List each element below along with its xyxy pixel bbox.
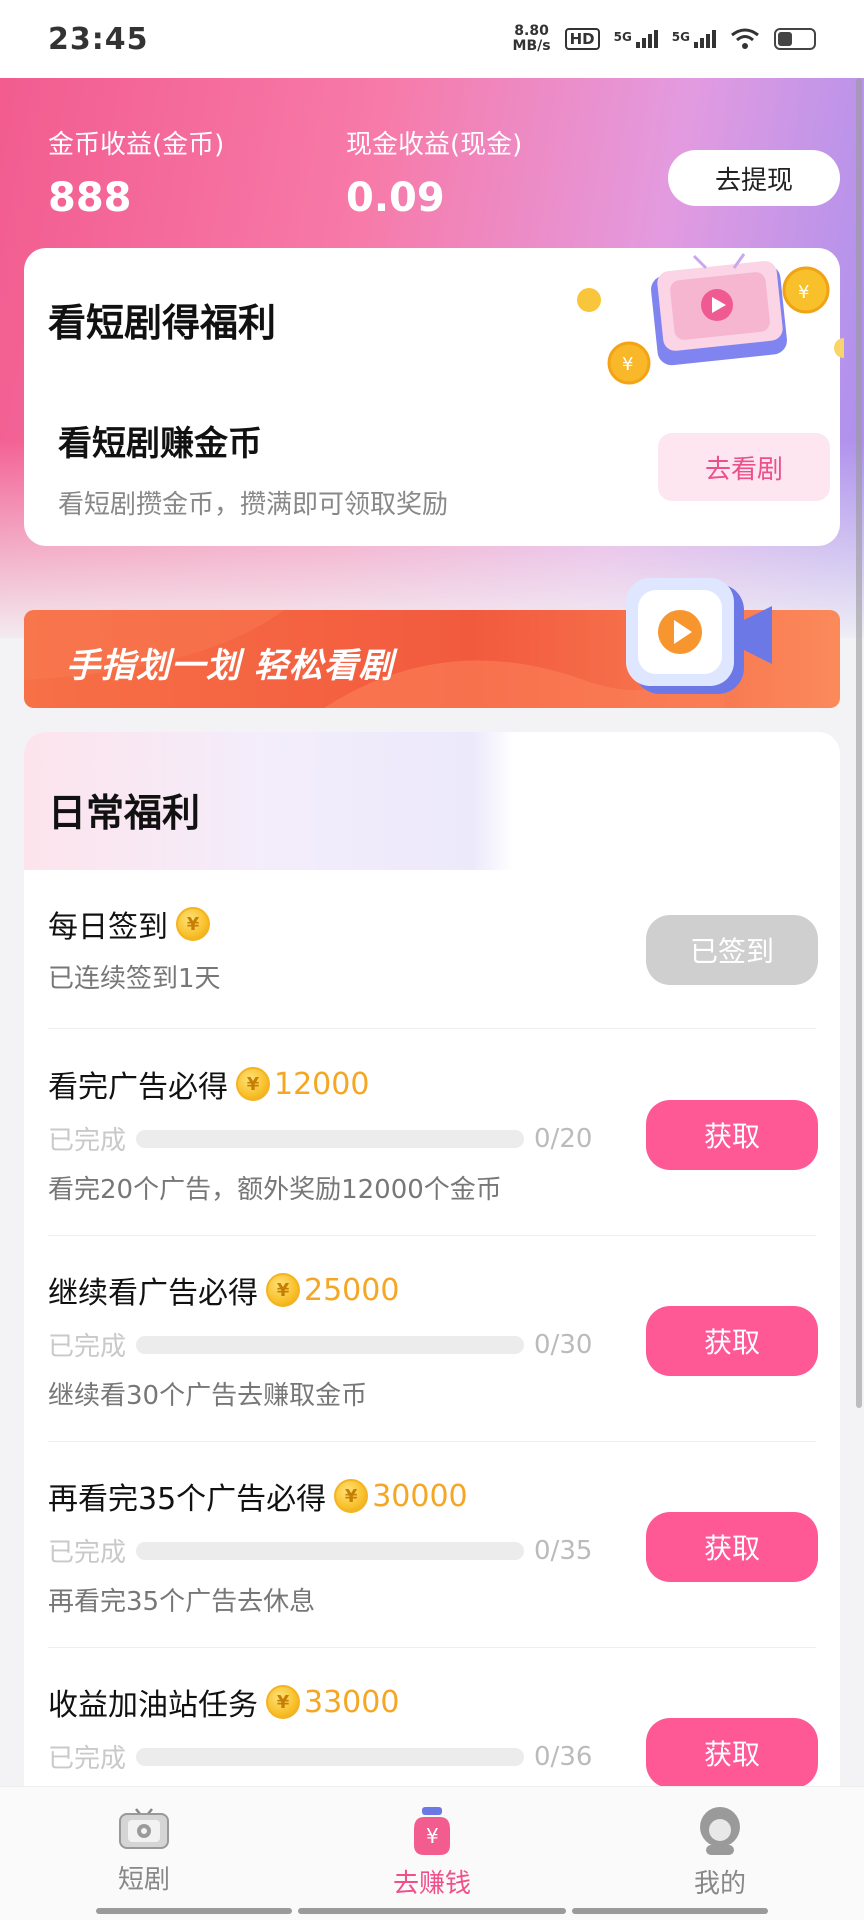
progress-bar <box>136 1129 525 1148</box>
signal-icon: 5G <box>614 30 658 48</box>
progress-count: 0/36 <box>534 1741 593 1772</box>
daily-welfare-title: 日常福利 <box>48 791 201 835</box>
gesture-bar-segment <box>96 1908 292 1914</box>
progress-label: 已完成 <box>48 1744 127 1774</box>
gesture-bar-segment <box>572 1908 768 1914</box>
coin-icon: ¥ <box>176 907 210 941</box>
coin-icon: ¥ <box>236 1067 270 1101</box>
task-reward: 25000 <box>304 1272 400 1308</box>
claim-button[interactable]: 获取 <box>646 1100 818 1170</box>
bottom-navigation: 短剧 ¥ 去赚钱 我的 <box>0 1786 864 1920</box>
coin-icon: ¥ <box>334 1479 369 1513</box>
svg-text:¥: ¥ <box>622 354 633 375</box>
nav-item-short-drama[interactable]: 短剧 <box>44 1787 244 1896</box>
signal-label: 5G <box>613 30 632 44</box>
task-description: 再看完35个广告去休息 <box>48 1587 316 1617</box>
progress-bar <box>136 1335 525 1354</box>
status-icons: 8.80 MB/s HD 5G 5G <box>513 24 816 54</box>
task-title: 看完广告必得 <box>48 1070 228 1105</box>
drama-card-description: 看短剧攒金币，攒满即可领取奖励 <box>58 490 449 520</box>
task-title: 再看完35个广告必得 <box>48 1482 327 1517</box>
progress-bar <box>136 1541 525 1560</box>
banner-text: 手指划一划 轻松看剧 <box>66 646 394 686</box>
cash-earnings-label: 现金收益(现金) <box>346 130 523 160</box>
cash-earnings-value: 0.09 <box>346 175 445 221</box>
checked-in-button[interactable]: 已签到 <box>646 915 818 985</box>
progress-count: 0/30 <box>534 1329 593 1360</box>
svg-text:¥: ¥ <box>426 1824 439 1848</box>
drama-card-title: 看短剧得福利 <box>48 301 277 345</box>
network-speed-unit: MB/s <box>512 38 551 54</box>
status-time: 23:45 <box>48 21 149 57</box>
nav-item-earn-money[interactable]: ¥ 去赚钱 <box>332 1787 532 1900</box>
drama-card-subtitle: 看短剧赚金币 <box>58 424 262 464</box>
battery-level <box>778 32 792 46</box>
progress-label: 已完成 <box>48 1126 127 1156</box>
progress-count: 0/20 <box>534 1123 593 1154</box>
progress-bar <box>136 1747 525 1766</box>
coin-earnings-value: 888 <box>48 175 132 221</box>
claim-button[interactable]: 获取 <box>646 1512 818 1582</box>
wifi-icon <box>731 28 759 49</box>
claim-button[interactable]: 获取 <box>646 1306 818 1376</box>
progress-label: 已完成 <box>48 1538 127 1568</box>
profile-icon <box>700 1807 740 1855</box>
network-speed: 8.80 MB/s <box>513 24 551 54</box>
drama-benefit-card: 看短剧得福利 ¥ ¥ 看短剧赚金币 看短剧攒金币，攒满即可领取奖励 去看剧 <box>24 248 844 546</box>
claim-button[interactable]: 获取 <box>646 1718 818 1788</box>
task-title: 继续看广告必得 <box>48 1276 258 1311</box>
network-speed-value: 8.80 <box>514 23 549 39</box>
nav-item-profile[interactable]: 我的 <box>620 1787 820 1900</box>
signal-label-2: 5G <box>671 30 690 44</box>
tv-coins-illustration: ¥ ¥ <box>577 253 844 385</box>
svg-text:¥: ¥ <box>798 282 809 303</box>
coin-icon: ¥ <box>266 1273 300 1307</box>
coin-earnings-label: 金币收益(金币) <box>48 130 225 160</box>
task-description: 看完20个广告，额外奖励12000个金币 <box>48 1175 502 1205</box>
swipe-watch-banner[interactable]: 手指划一划 轻松看剧 <box>24 578 840 708</box>
task-title: 收益加油站任务 <box>48 1688 258 1723</box>
watch-drama-button[interactable]: 去看剧 <box>658 433 830 501</box>
signal-icon-2: 5G <box>672 30 716 48</box>
nav-label: 去赚钱 <box>392 1869 471 1899</box>
task-description: 继续看30个广告去赚取金币 <box>48 1381 368 1411</box>
coin-earnings: 金币收益(金币) 888 <box>48 124 224 221</box>
money-bag-icon: ¥ <box>414 1807 450 1855</box>
nav-label: 我的 <box>693 1869 746 1899</box>
progress-count: 0/35 <box>534 1535 593 1566</box>
video-camera-icon <box>626 578 772 694</box>
gesture-bar-segment <box>298 1908 566 1914</box>
status-bar: 23:45 8.80 MB/s HD 5G 5G <box>0 0 864 78</box>
nav-label: 短剧 <box>117 1865 170 1895</box>
scrollbar[interactable] <box>856 78 862 1408</box>
task-reward: 12000 <box>274 1066 370 1102</box>
coin-icon: ¥ <box>266 1685 300 1719</box>
tv-icon <box>119 1808 169 1849</box>
battery-icon <box>774 28 816 50</box>
progress-label: 已完成 <box>48 1332 127 1362</box>
daily-welfare-card: 日常福利 每日签到 ¥ 已连续签到1天 已签到 看完广告必得 ¥ 12000 已… <box>24 732 840 1832</box>
task-reward: 33000 <box>304 1684 400 1720</box>
withdraw-button[interactable]: 去提现 <box>668 150 840 206</box>
task-reward: 30000 <box>372 1478 468 1514</box>
hd-icon: HD <box>564 28 600 50</box>
task-title: 每日签到 <box>48 910 168 945</box>
cash-earnings: 现金收益(现金) 0.09 <box>346 124 522 221</box>
